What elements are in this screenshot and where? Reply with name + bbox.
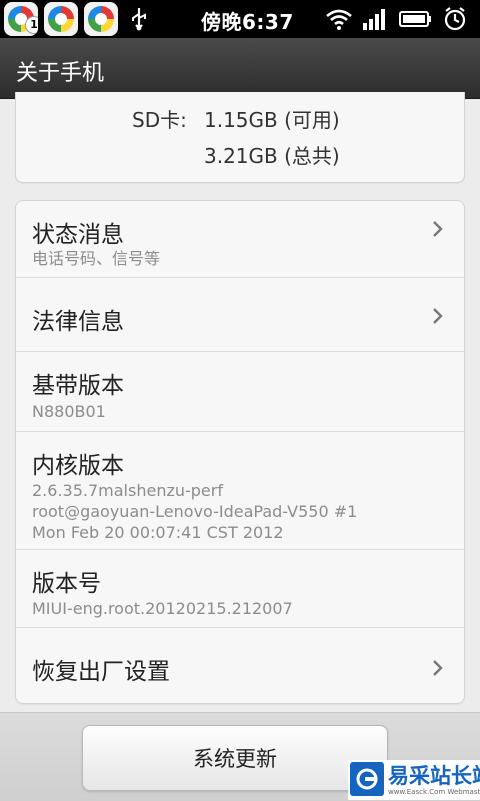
signal-icon xyxy=(360,0,390,38)
list-item-kernel: 内核版本 2.6.35.7malshenzu-perf root@gaoyuan… xyxy=(16,431,464,550)
list-item-build-number: 版本号 MIUI-eng.root.20120215.212007 xyxy=(16,549,464,628)
list-item-subtitle: N880B01 xyxy=(32,402,106,421)
watermark-logo-icon xyxy=(350,762,384,796)
chevron-right-icon xyxy=(433,660,443,676)
list-item-title: 基带版本 xyxy=(32,373,124,399)
list-item-title: 法律信息 xyxy=(32,309,124,335)
wifi-icon xyxy=(324,0,354,38)
list-item-title: 内核版本 xyxy=(32,453,124,479)
sd-available-value: 1.15GB (可用) xyxy=(204,108,340,132)
system-update-button[interactable]: 系统更新 xyxy=(82,725,388,791)
list-item-subtitle: 电话号码、信号等 xyxy=(32,249,161,268)
list-item-subtitle: MIUI-eng.root.20120215.212007 xyxy=(32,599,293,618)
watermark: 易采站长站 www.Easck.Com Webmaster xyxy=(348,760,480,800)
list-item-subtitle: 2.6.35.7malshenzu-perf xyxy=(32,481,223,500)
alarm-icon xyxy=(440,0,470,38)
chevron-right-icon xyxy=(433,221,443,237)
usb-icon xyxy=(126,0,152,38)
list-item-title: 版本号 xyxy=(32,571,101,597)
battery-icon xyxy=(398,0,434,38)
list-item-title: 状态消息 xyxy=(32,222,124,248)
status-time: 傍晚6:37 xyxy=(201,10,294,34)
list-item-factory-reset[interactable]: 恢复出厂设置 xyxy=(16,627,464,704)
sd-total-value: 3.21GB (总共) xyxy=(204,144,340,168)
list-item-baseband: 基带版本 N880B01 xyxy=(16,351,464,432)
settings-list: 状态消息 电话号码、信号等 法律信息 基带版本 N880B01 内核版本 2.6… xyxy=(15,200,465,704)
list-item-subtitle: Mon Feb 20 00:07:41 CST 2012 xyxy=(32,523,284,542)
page-title: 关于手机 xyxy=(16,61,105,86)
title-bar: 关于手机 xyxy=(0,38,480,99)
list-item-status[interactable]: 状态消息 电话号码、信号等 xyxy=(16,201,464,277)
sd-card-label: SD卡: xyxy=(132,108,187,132)
watermark-url: www.Easck.Com Webmaster xyxy=(388,788,480,796)
storage-card: SD卡: 1.15GB (可用) 3.21GB (总共) xyxy=(15,92,465,183)
list-item-subtitle: root@gaoyuan-Lenovo-IdeaPad-V550 #1 xyxy=(32,502,358,521)
app-store-icon[interactable] xyxy=(44,2,78,36)
list-item-title: 恢复出厂设置 xyxy=(32,659,170,685)
list-item-legal[interactable]: 法律信息 xyxy=(16,277,464,352)
app-store-icon[interactable] xyxy=(84,2,118,36)
app-store-icon[interactable]: 1 xyxy=(4,2,38,36)
notification-badge: 1 xyxy=(25,16,38,34)
watermark-text: 易采站长站 xyxy=(388,764,480,788)
chevron-right-icon xyxy=(433,308,443,324)
status-bar: 1 傍晚6:37 xyxy=(0,0,480,38)
